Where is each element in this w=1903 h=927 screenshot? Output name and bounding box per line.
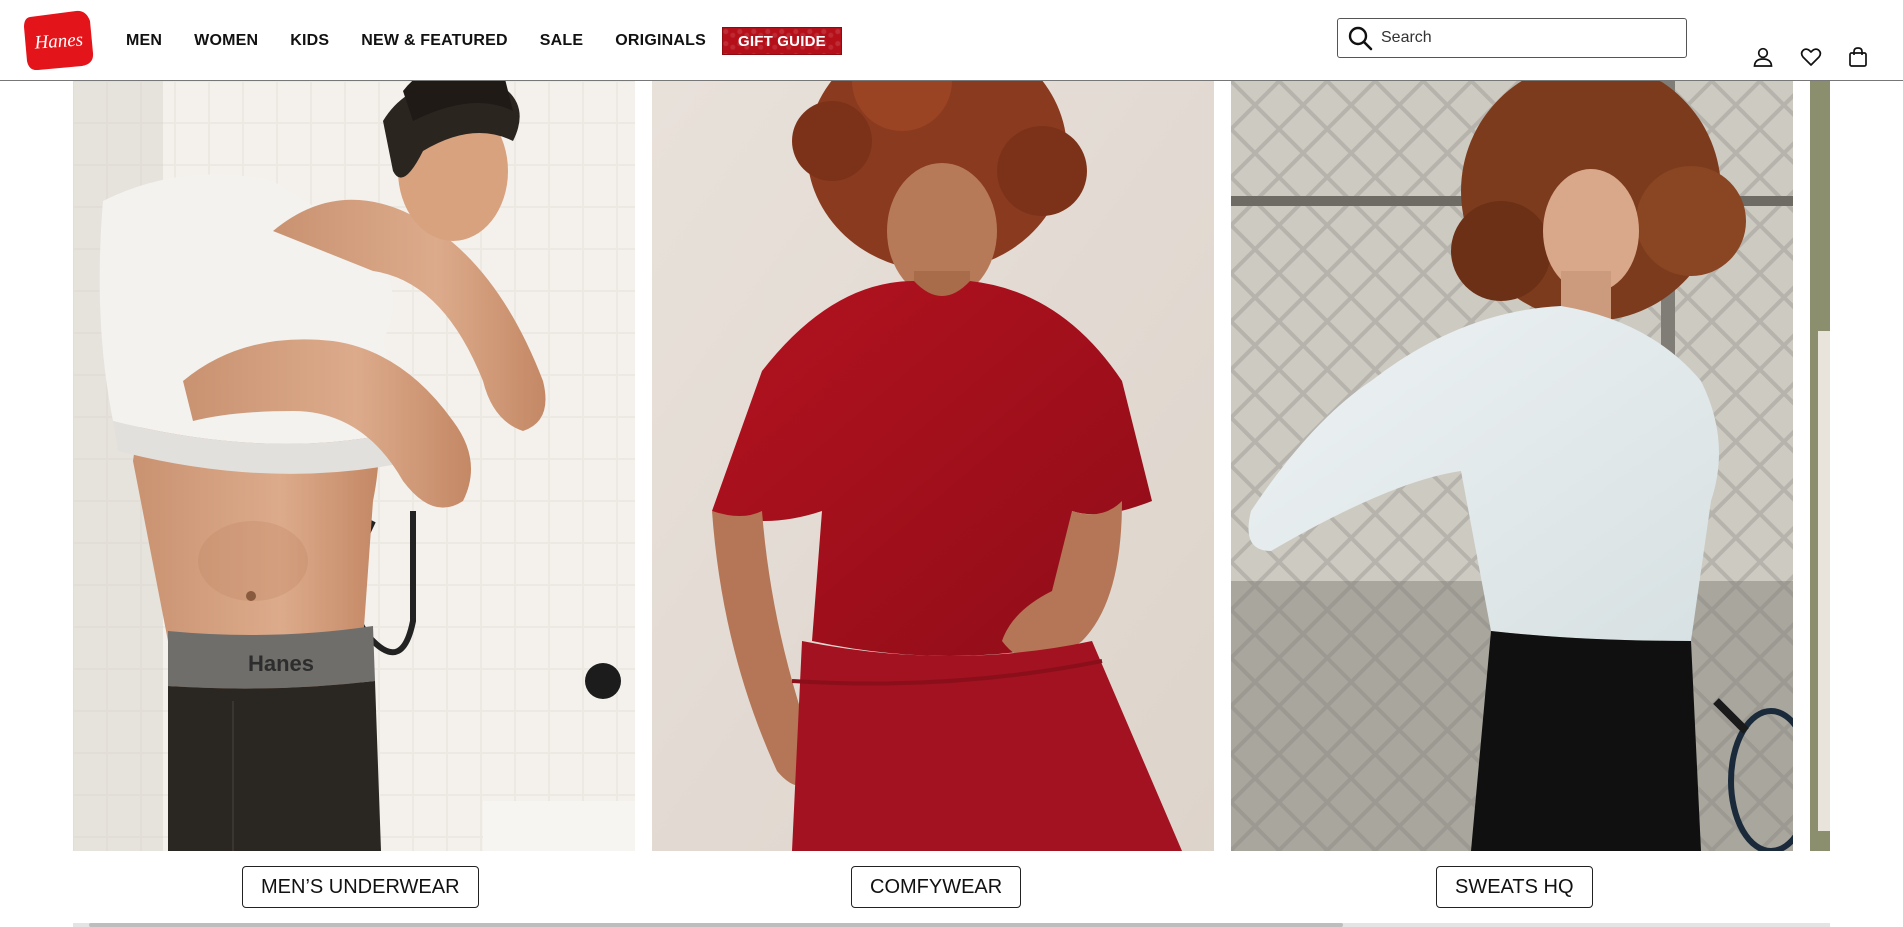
nav-item-gift-guide[interactable]: GIFT GUIDE bbox=[721, 27, 842, 55]
category-card-mens-underwear[interactable]: Hanes bbox=[73, 81, 635, 851]
category-carousel[interactable]: Hanes bbox=[73, 81, 1830, 851]
partial-product-photo bbox=[1810, 81, 1830, 851]
nav-item-kids[interactable]: KIDS bbox=[290, 32, 329, 50]
nav-item-sale[interactable]: SALE bbox=[540, 32, 583, 50]
mens-underwear-button[interactable]: MEN’S UNDERWEAR bbox=[242, 866, 479, 908]
hanes-logo[interactable]: Hanes bbox=[24, 9, 94, 70]
site-header: Hanes MEN WOMEN KIDS NEW & FEATURED SALE… bbox=[0, 0, 1903, 81]
category-card-sweats-hq[interactable] bbox=[1231, 81, 1793, 851]
nav-item-new-featured[interactable]: NEW & FEATURED bbox=[361, 32, 508, 50]
svg-text:Hanes: Hanes bbox=[248, 651, 314, 676]
carousel-scroll-thumb[interactable] bbox=[89, 923, 1343, 927]
man-pulling-white-tshirt-photo: Hanes bbox=[73, 81, 635, 851]
woman-white-sweatshirt-tennis-photo bbox=[1231, 81, 1793, 851]
search-input[interactable] bbox=[1381, 29, 1671, 47]
woman-red-tee-shorts-photo bbox=[652, 81, 1214, 851]
category-card-comfywear[interactable] bbox=[652, 81, 1214, 851]
account-icon[interactable] bbox=[1752, 46, 1774, 68]
nav-item-men[interactable]: MEN bbox=[126, 32, 162, 50]
category-card-partial[interactable] bbox=[1810, 81, 1830, 851]
wishlist-heart-icon[interactable] bbox=[1800, 46, 1822, 68]
logo-text: Hanes bbox=[33, 29, 84, 53]
search-icon[interactable] bbox=[1347, 25, 1373, 51]
nav-item-women[interactable]: WOMEN bbox=[194, 32, 258, 50]
carousel-scrollbar[interactable] bbox=[73, 923, 1830, 927]
nav-item-originals[interactable]: ORIGINALS bbox=[615, 32, 706, 50]
sweats-hq-button[interactable]: SWEATS HQ bbox=[1436, 866, 1593, 908]
main-nav: MEN WOMEN KIDS NEW & FEATURED SALE ORIGI… bbox=[126, 27, 874, 55]
shopping-bag-icon[interactable] bbox=[1847, 46, 1869, 68]
comfywear-button[interactable]: COMFYWEAR bbox=[851, 866, 1022, 908]
search-box[interactable] bbox=[1337, 18, 1687, 58]
